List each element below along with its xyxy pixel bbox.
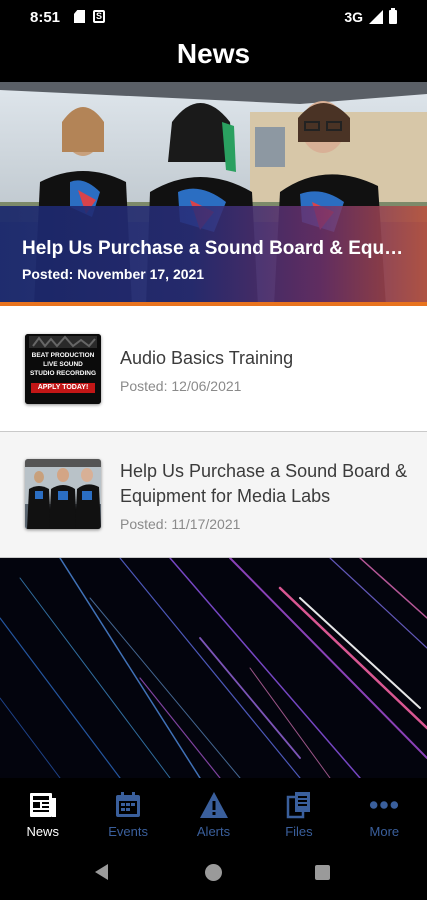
flyer-line: LIVE SOUND: [43, 361, 83, 368]
news-item-title: Help Us Purchase a Sound Board & Equipme…: [120, 461, 408, 506]
page-title: News: [176, 38, 251, 69]
files-icon: [284, 790, 314, 820]
background-light-streaks: [0, 558, 427, 778]
battery-icon: [389, 8, 397, 24]
alert-icon: [199, 790, 229, 820]
featured-title: Help Us Purchase a Sound Board & Equipme…: [22, 238, 407, 259]
flyer-line: BEAT PRODUCTION: [31, 352, 95, 359]
thumbnail-photo: [25, 459, 101, 529]
light-streaks-graphic: [0, 558, 427, 778]
network-type: 3G: [344, 9, 363, 25]
tab-events-label: Events: [108, 824, 148, 839]
tab-news[interactable]: News: [0, 778, 85, 846]
calendar-icon: [113, 790, 143, 820]
flyer-cta: APPLY TODAY!: [31, 383, 95, 393]
sd-card-icon: [74, 10, 85, 23]
featured-date: Posted: November 17, 2021: [22, 266, 205, 282]
home-icon[interactable]: [205, 864, 222, 881]
flyer-line: STUDIO RECORDING: [29, 370, 97, 377]
tab-alerts[interactable]: Alerts: [171, 778, 256, 846]
tab-alerts-label: Alerts: [196, 824, 231, 839]
flyer-graphic: [25, 334, 101, 404]
news-item-title: Audio Basics Training: [120, 348, 294, 368]
news-thumbnail: [25, 459, 101, 529]
tab-files[interactable]: Files: [256, 778, 341, 846]
back-icon[interactable]: [95, 864, 108, 880]
news-thumbnail: BEAT PRODUCTION LIVE SOUND STUDIO RECORD…: [25, 334, 101, 404]
tab-more-label: More: [369, 824, 400, 839]
tab-news-label: News: [26, 824, 59, 839]
featured-news-card[interactable]: Help Us Purchase a Sound Board & Equipme…: [0, 82, 427, 306]
news-icon: [28, 790, 58, 820]
status-time: 8:51: [30, 9, 61, 26]
list-item[interactable]: BEAT PRODUCTION LIVE SOUND STUDIO RECORD…: [0, 306, 427, 432]
app-notification-icon: S: [93, 10, 105, 23]
tab-files-label: Files: [285, 824, 313, 839]
bottom-nav: News Events Alerts Files More: [0, 778, 427, 846]
tab-more[interactable]: More: [342, 778, 427, 846]
app-header: News: [0, 34, 427, 82]
recents-icon[interactable]: [315, 865, 330, 880]
system-nav-bar: [0, 846, 427, 900]
tab-events[interactable]: Events: [85, 778, 170, 846]
status-right-icons: 3G: [344, 8, 397, 25]
status-bar: 8:51 S 3G: [0, 0, 427, 34]
news-list: BEAT PRODUCTION LIVE SOUND STUDIO RECORD…: [0, 306, 427, 558]
list-item[interactable]: Help Us Purchase a Sound Board & Equipme…: [0, 432, 427, 558]
more-icon: [369, 790, 399, 820]
status-notification-icons: S: [74, 10, 105, 23]
news-item-date: Posted: 11/17/2021: [120, 516, 241, 532]
news-item-date: Posted: 12/06/2021: [120, 378, 242, 394]
signal-icon: [369, 10, 383, 24]
